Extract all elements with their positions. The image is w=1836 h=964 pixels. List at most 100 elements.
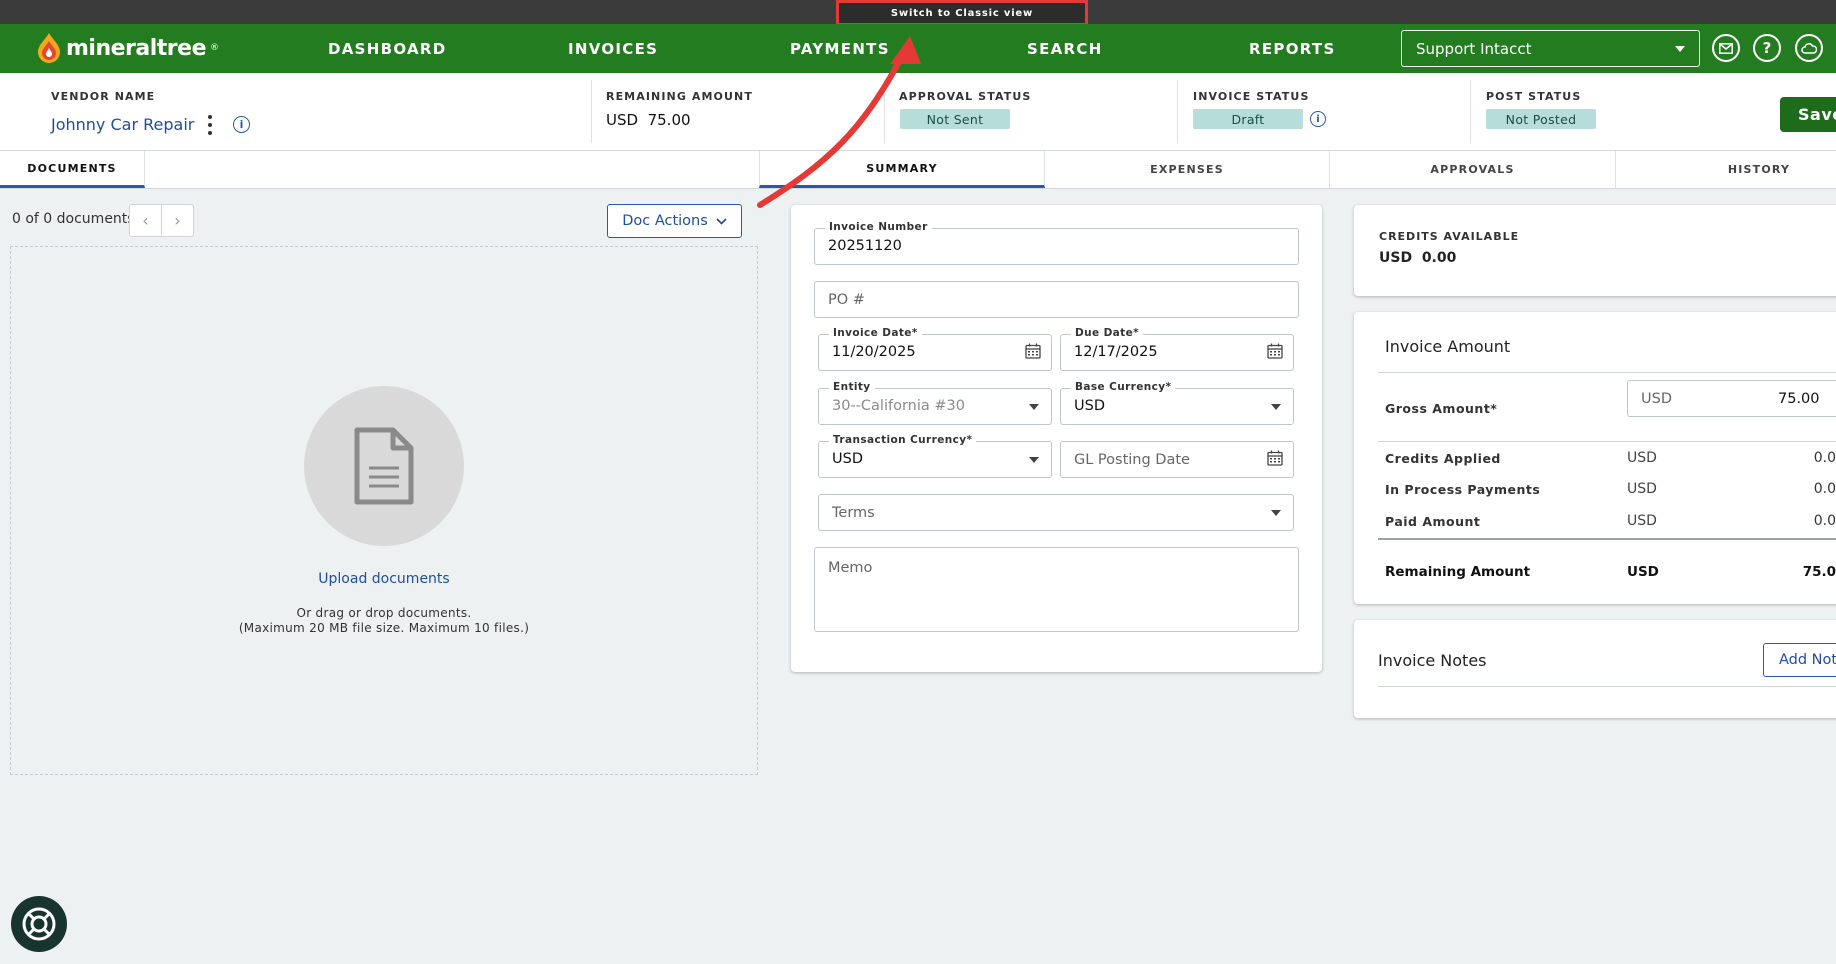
vendor-name-link[interactable]: Johnny Car Repair: [51, 115, 194, 134]
entity-select[interactable]: Entity 30--California #30: [818, 381, 1052, 425]
prev-document-button[interactable]: ‹: [129, 204, 162, 237]
chevron-left-icon: ‹: [142, 211, 149, 230]
divider: [1378, 538, 1836, 540]
gl-posting-date-placeholder: GL Posting Date: [1074, 452, 1190, 468]
add-note-button[interactable]: Add Not: [1763, 643, 1836, 677]
invoice-date-value: 11/20/2025: [832, 344, 916, 360]
logo-trademark: ®: [210, 43, 219, 53]
doc-actions-button[interactable]: Doc Actions: [607, 204, 742, 238]
tab-documents[interactable]: DOCUMENTS: [0, 151, 145, 188]
chevron-right-icon: ›: [174, 211, 181, 230]
memo-placeholder: Memo: [828, 560, 873, 576]
invoice-number-label: Invoice Number: [825, 221, 932, 233]
transaction-currency-label: Transaction Currency*: [829, 434, 977, 446]
drag-drop-line: Or drag or drop documents.: [296, 606, 472, 620]
nav-reports[interactable]: REPORTS: [1249, 24, 1336, 73]
remaining-amount-row-value: 75.0: [1802, 564, 1836, 580]
divider: [591, 80, 592, 143]
gross-amount-label: Gross Amount*: [1385, 401, 1498, 416]
dropdown-caret-icon: [1271, 404, 1281, 410]
dropdown-caret-icon: [1271, 510, 1281, 516]
tab-expenses[interactable]: EXPENSES: [1045, 151, 1330, 188]
memo-textarea[interactable]: Memo: [814, 547, 1299, 632]
in-process-payments-currency: USD: [1627, 481, 1657, 497]
divider: [1378, 372, 1836, 373]
mail-icon[interactable]: [1712, 34, 1740, 62]
invoice-date-field[interactable]: Invoice Date* 11/20/2025: [818, 327, 1052, 371]
nav-dashboard[interactable]: DASHBOARD: [328, 24, 447, 73]
in-process-payments-value: 0.0: [1813, 481, 1836, 497]
due-date-value: 12/17/2025: [1074, 344, 1158, 360]
gross-amount-input[interactable]: USD 75.00: [1627, 380, 1836, 417]
remaining-amount-label: REMAINING AMOUNT: [606, 90, 753, 103]
organization-select-value: Support Intacct: [1416, 39, 1532, 58]
dropdown-caret-icon: [1029, 457, 1039, 463]
switch-to-classic-view-button[interactable]: Switch to Classic view: [836, 0, 1088, 26]
lifebuoy-icon: [22, 907, 56, 941]
doc-actions-label: Doc Actions: [622, 213, 708, 229]
support-chat-button[interactable]: [11, 896, 67, 952]
vendor-more-menu-icon[interactable]: [203, 115, 217, 135]
credits-applied-currency: USD: [1627, 450, 1657, 466]
calendar-icon[interactable]: [1267, 450, 1283, 466]
invoice-amount-title: Invoice Amount: [1385, 337, 1511, 356]
file-limits-line: (Maximum 20 MB file size. Maximum 10 fil…: [238, 621, 530, 635]
cloud-icon[interactable]: [1795, 34, 1823, 62]
annotation-arrow: [757, 36, 921, 208]
due-date-label: Due Date*: [1071, 327, 1144, 339]
logo-text: mineraltree: [66, 35, 207, 61]
remaining-amount-row-label: Remaining Amount: [1385, 564, 1531, 580]
invoice-status-badge: Draft: [1193, 109, 1303, 129]
divider: [1378, 441, 1836, 442]
chevron-down-icon: [1675, 45, 1685, 52]
credits-available-value: USD 0.00: [1379, 250, 1457, 266]
gl-posting-date-field[interactable]: GL Posting Date: [1060, 441, 1294, 478]
paid-amount-label: Paid Amount: [1385, 514, 1481, 529]
terms-select[interactable]: Terms: [818, 494, 1294, 531]
tab-history[interactable]: HISTORY: [1616, 151, 1836, 188]
document-placeholder: [304, 386, 464, 546]
invoice-status-label: INVOICE STATUS: [1193, 90, 1310, 103]
base-currency-select[interactable]: Base Currency* USD: [1060, 381, 1294, 425]
next-document-button[interactable]: ›: [161, 204, 194, 237]
base-currency-value: USD: [1074, 398, 1105, 414]
dropdown-caret-icon: [1029, 404, 1039, 410]
vendor-info-icon[interactable]: i: [233, 116, 250, 133]
calendar-icon[interactable]: [1267, 343, 1283, 359]
invoice-status-info-icon[interactable]: i: [1310, 111, 1326, 127]
entity-label: Entity: [829, 381, 875, 393]
file-icon: [354, 427, 414, 505]
divider: [1378, 686, 1836, 687]
terms-placeholder: Terms: [832, 505, 875, 521]
due-date-field[interactable]: Due Date* 12/17/2025: [1060, 327, 1294, 371]
base-currency-label: Base Currency*: [1071, 381, 1176, 393]
invoice-number-value: 20251120: [828, 238, 902, 254]
document-count: 0 of 0 documents: [12, 211, 135, 227]
in-process-payments-label: In Process Payments: [1385, 482, 1541, 497]
help-icon[interactable]: ?: [1753, 34, 1781, 62]
invoice-notes-title: Invoice Notes: [1378, 651, 1487, 670]
remaining-amount-row-currency: USD: [1627, 564, 1659, 580]
nav-search[interactable]: SEARCH: [1027, 24, 1103, 73]
paid-amount-currency: USD: [1627, 513, 1657, 529]
transaction-currency-select[interactable]: Transaction Currency* USD: [818, 434, 1052, 478]
po-number-field[interactable]: PO #: [814, 281, 1299, 318]
post-status-label: POST STATUS: [1486, 90, 1582, 103]
credits-applied-label: Credits Applied: [1385, 451, 1501, 466]
transaction-currency-value: USD: [832, 451, 863, 467]
save-button[interactable]: Save: [1780, 97, 1836, 132]
vendor-name-label: VENDOR NAME: [51, 90, 156, 103]
invoice-number-field[interactable]: Invoice Number 20251120: [814, 221, 1299, 265]
calendar-icon[interactable]: [1025, 343, 1041, 359]
mineraltree-logo[interactable]: mineraltree ®: [36, 31, 219, 65]
entity-value: 30--California #30: [832, 398, 965, 414]
drag-drop-hint: Or drag or drop documents. (Maximum 20 M…: [0, 606, 768, 636]
chevron-down-icon: [716, 217, 727, 225]
gross-amount-value: 75.00: [1778, 391, 1820, 407]
tab-approvals[interactable]: APPROVALS: [1330, 151, 1616, 188]
post-status-badge: Not Posted: [1486, 109, 1596, 129]
paid-amount-value: 0.0: [1813, 513, 1836, 529]
organization-select[interactable]: Support Intacct: [1401, 30, 1700, 67]
upload-documents-link[interactable]: Upload documents: [0, 571, 768, 587]
nav-invoices[interactable]: INVOICES: [568, 24, 658, 73]
